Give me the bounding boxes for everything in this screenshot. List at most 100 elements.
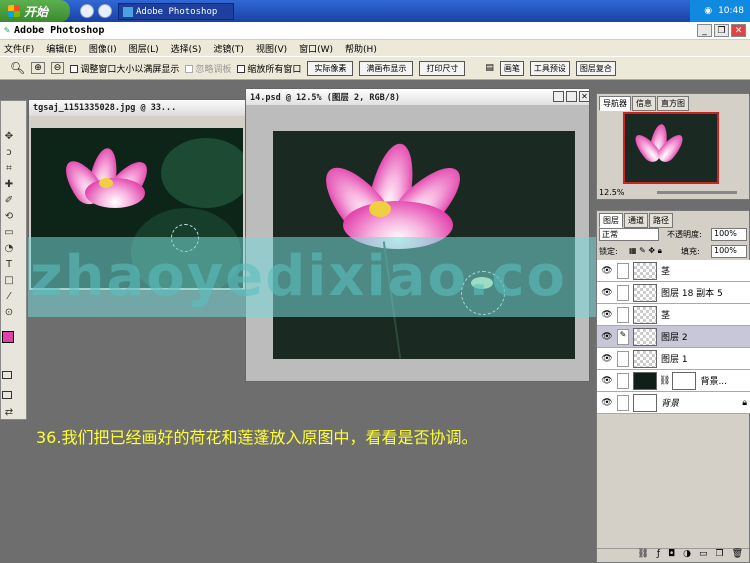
- navigator-zoom-slider[interactable]: [657, 191, 737, 194]
- print-size-button[interactable]: 打印尺寸: [419, 60, 466, 76]
- link-layers-icon[interactable]: ⛓︎: [637, 549, 648, 562]
- lasso-tool-icon[interactable]: ↄ: [3, 147, 15, 159]
- type-tool-icon[interactable]: T: [3, 259, 15, 271]
- menu-filter[interactable]: 滤镜(T): [213, 42, 244, 55]
- eye-icon[interactable]: 👁︎: [600, 374, 614, 388]
- actual-pixels-button[interactable]: 实际像素: [307, 60, 354, 76]
- zoom-tool-icon[interactable]: 🔍︎: [10, 61, 25, 75]
- link-box[interactable]: [617, 306, 629, 323]
- jump-to-imageready-icon[interactable]: ⇄: [3, 407, 15, 419]
- link-box[interactable]: [617, 372, 629, 389]
- doc1-title[interactable]: tgsaj_1151335028.jpg @ 33...: [29, 100, 245, 116]
- layer-row[interactable]: 👁︎ 背景 🔒︎: [597, 392, 750, 414]
- zoom-out-icon[interactable]: ⊖: [50, 62, 65, 74]
- tab-channels[interactable]: 通道: [624, 213, 648, 228]
- ie-icon[interactable]: [80, 4, 94, 18]
- menu-window[interactable]: 窗口(W): [299, 42, 333, 55]
- move-tool-icon[interactable]: ✥: [3, 131, 15, 143]
- dodge-tool-icon[interactable]: ◔: [3, 243, 15, 255]
- link-box[interactable]: [617, 350, 629, 367]
- crop-tool-icon[interactable]: ⌗: [3, 163, 15, 175]
- taskbar-item-label: Adobe Photoshop: [136, 6, 218, 17]
- eyedropper-tool-icon[interactable]: ⁄: [3, 291, 15, 303]
- tab-brushes[interactable]: 画笔: [499, 60, 524, 76]
- history-brush-icon[interactable]: ⟲: [3, 211, 15, 223]
- eye-icon[interactable]: 👁︎: [600, 330, 614, 344]
- tab-layers[interactable]: 图层: [599, 213, 623, 228]
- start-button[interactable]: 开始: [0, 0, 70, 22]
- resize-window-checkbox[interactable]: 调整窗口大小以满屏显示: [70, 62, 179, 75]
- doc2-maximize-button[interactable]: [566, 91, 577, 102]
- eye-icon[interactable]: 👁︎: [600, 396, 614, 410]
- menu-file[interactable]: 文件(F): [4, 42, 34, 55]
- lock-icon: 🔒︎: [742, 397, 747, 408]
- screen-mode-icon[interactable]: [2, 391, 12, 399]
- zoom-all-checkbox[interactable]: 缩放所有窗口: [237, 62, 301, 75]
- quick-mask-icon[interactable]: [2, 371, 12, 379]
- palette-well-icon[interactable]: ▤: [485, 63, 494, 73]
- brush-tool-icon[interactable]: ✐: [3, 195, 15, 207]
- tab-tool-presets[interactable]: 工具预设: [529, 60, 570, 76]
- tab-paths[interactable]: 路径: [649, 213, 673, 228]
- lock-icons[interactable]: ▦ ✎ ✥ 🔒︎: [629, 246, 662, 256]
- lotus-center: [369, 201, 391, 217]
- navigator-preview[interactable]: [623, 112, 719, 184]
- layer-row-selected[interactable]: 👁︎ ✎ 图层 2: [597, 326, 750, 348]
- link-box[interactable]: [617, 262, 629, 279]
- menu-view[interactable]: 视图(V): [256, 42, 287, 55]
- zoom-tool-icon[interactable]: ⊙: [3, 307, 15, 319]
- eye-icon[interactable]: 👁︎: [600, 264, 614, 278]
- layer-row[interactable]: 👁︎ 茎: [597, 260, 750, 282]
- doc2-title-bar[interactable]: 14.psd @ 12.5% (图层 2, RGB/8): [246, 89, 589, 105]
- brush-link-icon[interactable]: ✎: [617, 328, 629, 345]
- layer-thumbnail: [633, 261, 657, 280]
- taskbar-item-photoshop[interactable]: Adobe Photoshop: [118, 3, 234, 20]
- menu-edit[interactable]: 编辑(E): [46, 42, 77, 55]
- layer-row[interactable]: 👁︎ 图层 18 副本 5: [597, 282, 750, 304]
- tab-info[interactable]: 信息: [632, 96, 656, 111]
- eye-icon[interactable]: 👁︎: [600, 286, 614, 300]
- shape-tool-icon[interactable]: □: [3, 275, 15, 287]
- minimize-button[interactable]: _: [697, 24, 712, 37]
- adjustment-layer-icon[interactable]: ◑: [683, 549, 691, 562]
- ignore-palettes-checkbox[interactable]: 忽略调板: [185, 62, 231, 75]
- menu-image[interactable]: 图像(I): [89, 42, 117, 55]
- desktop-icon[interactable]: [98, 4, 112, 18]
- layer-style-icon[interactable]: ƒ: [657, 549, 660, 562]
- doc2-close-button[interactable]: ✕: [579, 91, 590, 102]
- heal-tool-icon[interactable]: ✚: [3, 179, 15, 191]
- doc2-title: 14.psd @ 12.5% (图层 2, RGB/8): [250, 93, 401, 103]
- maximize-button[interactable]: ❐: [714, 24, 729, 37]
- new-layer-icon[interactable]: ❐: [715, 549, 723, 562]
- volume-icon[interactable]: ◉: [704, 6, 712, 16]
- fill-input[interactable]: 100%: [711, 245, 747, 258]
- tab-navigator[interactable]: 导航器: [599, 96, 631, 111]
- link-box[interactable]: [617, 394, 629, 411]
- blend-mode-select[interactable]: 正常: [599, 228, 659, 241]
- eraser-tool-icon[interactable]: ▭: [3, 227, 15, 239]
- layer-row[interactable]: 👁︎ 图层 1: [597, 348, 750, 370]
- doc2-minimize-button[interactable]: [553, 91, 564, 102]
- eye-icon[interactable]: 👁︎: [600, 352, 614, 366]
- menu-layer[interactable]: 图层(L): [129, 42, 159, 55]
- foreground-color-swatch[interactable]: [2, 331, 14, 343]
- fill-label: 填充:: [681, 247, 700, 256]
- layer-name: 背景: [661, 399, 680, 409]
- close-button[interactable]: ✕: [731, 24, 746, 37]
- tab-layer-comps[interactable]: 图层复合: [575, 60, 616, 76]
- layer-row[interactable]: 👁︎ 茎: [597, 304, 750, 326]
- trash-icon[interactable]: 🗑︎: [732, 549, 743, 562]
- tab-histogram[interactable]: 直方图: [657, 96, 689, 111]
- layer-row[interactable]: 👁︎ ⛓︎ 背景...: [597, 370, 750, 392]
- lily-pad: [161, 138, 243, 208]
- add-mask-icon[interactable]: ◘: [668, 549, 675, 562]
- menu-help[interactable]: 帮助(H): [345, 42, 377, 55]
- eye-icon[interactable]: 👁︎: [600, 308, 614, 322]
- opacity-input[interactable]: 100%: [711, 228, 747, 241]
- navigator-zoom[interactable]: 12.5%: [599, 188, 624, 197]
- link-box[interactable]: [617, 284, 629, 301]
- menu-select[interactable]: 选择(S): [171, 42, 202, 55]
- fit-screen-button[interactable]: 满画布显示: [359, 60, 414, 76]
- new-group-icon[interactable]: ▭: [699, 549, 708, 562]
- zoom-in-icon[interactable]: ⊕: [31, 62, 45, 74]
